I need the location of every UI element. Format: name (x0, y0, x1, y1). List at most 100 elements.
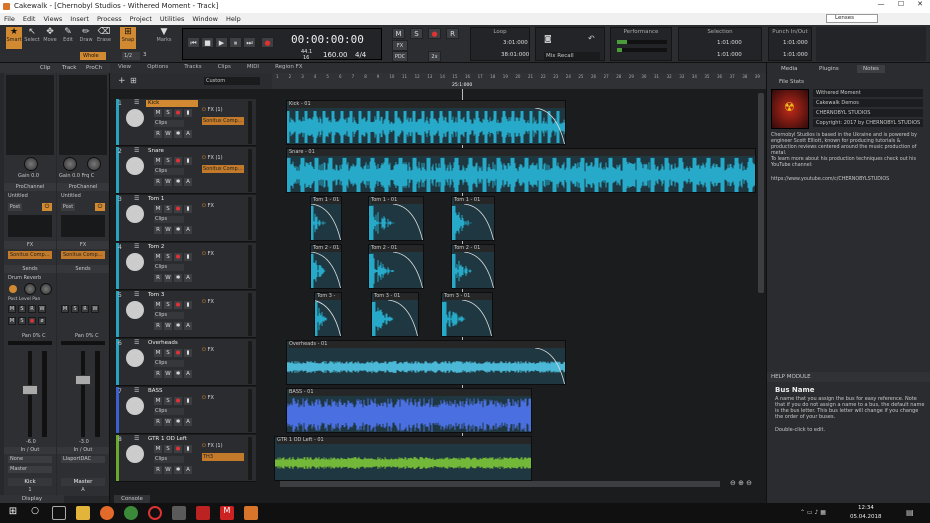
selection-end[interactable]: 1:01:000 (717, 52, 742, 58)
snare-drum-icon[interactable] (126, 157, 144, 175)
fade-out-curve[interactable] (311, 252, 341, 289)
track-header[interactable]: 5 ☰ Tom 3 M S ● ▮ Clips R W ✱ A ⏻ FX (116, 291, 256, 338)
track-fx-slot[interactable]: Sonitus Comp... (202, 165, 244, 173)
track-name[interactable]: Snare (146, 148, 198, 155)
track-mute[interactable]: M (154, 109, 162, 117)
track-solo[interactable]: S (164, 349, 172, 357)
bus-eq-thumbnail[interactable] (61, 215, 105, 237)
track-fx-slot[interactable]: TH3 (202, 453, 244, 461)
fx-power-icon[interactable]: ⏻ (202, 395, 206, 401)
file-stats-label[interactable]: File Stats (779, 79, 804, 85)
strip-solo[interactable]: S (18, 305, 26, 313)
track-clips-dropdown[interactable]: Clips (154, 264, 184, 271)
fade-out-curve[interactable] (311, 204, 341, 241)
minimize-button[interactable]: — (872, 0, 890, 8)
camera-icon[interactable]: ◙ (544, 34, 552, 43)
tab-plugins[interactable]: Plugins (819, 66, 839, 72)
tool-move[interactable]: ✥ Move (42, 27, 58, 49)
track-name[interactable]: GTR 1 OD Left (146, 436, 198, 443)
track-archive[interactable]: A (184, 274, 192, 282)
track-name[interactable]: BASS (146, 388, 198, 395)
audio-clip[interactable]: Tom 1 - 01 (451, 196, 495, 241)
audio-clip[interactable]: BASS - 01 (286, 388, 532, 433)
track-fx-bin[interactable]: ⏻ FX (202, 395, 244, 401)
folder-icon[interactable]: ☰ (134, 147, 139, 154)
track-write[interactable]: W (164, 226, 172, 234)
prochannel-header[interactable]: ProChannel (4, 183, 56, 191)
pan-slider[interactable] (8, 341, 52, 345)
track-write[interactable]: W (164, 466, 172, 474)
bus-strip-name[interactable]: Master (61, 478, 105, 486)
track-read[interactable]: R (154, 130, 162, 138)
insert-icon[interactable]: ⊞ (130, 76, 137, 85)
bass-guitar-icon[interactable] (126, 397, 144, 415)
track-strip-name[interactable]: Kick (8, 478, 52, 486)
folder-icon[interactable]: ☰ (134, 243, 139, 250)
tv-menu-clips[interactable]: Clips (210, 63, 239, 71)
track-solo[interactable]: S (164, 445, 172, 453)
track-solo[interactable]: S (164, 301, 172, 309)
track-arm[interactable]: ● (174, 397, 182, 405)
track-clips-dropdown[interactable]: Clips (154, 216, 184, 223)
punch-start[interactable]: 1:01:000 (783, 40, 808, 46)
pdc-button[interactable]: PDC (392, 51, 408, 62)
menu-insert[interactable]: Insert (66, 13, 93, 25)
track-solo[interactable]: S (164, 253, 172, 261)
clock-time[interactable]: 12:34 (858, 505, 874, 511)
track-solo[interactable]: S (164, 157, 172, 165)
bus-post-button[interactable]: Post (61, 203, 75, 211)
bus-fx-slot-sonitus[interactable]: Sonitus Comp... (61, 251, 105, 259)
menu-edit[interactable]: Edit (19, 13, 40, 25)
fade-out-curve[interactable] (314, 300, 341, 337)
audio-clip[interactable]: Kick - 01 (286, 100, 566, 145)
tool-select[interactable]: ↖ Select (24, 27, 40, 49)
track-fx-bin[interactable]: ⏻ FX (1) (202, 443, 244, 449)
menu-views[interactable]: Views (39, 13, 66, 25)
strip-record[interactable]: ● (28, 317, 36, 325)
task-view-icon[interactable] (52, 506, 66, 520)
track-archive[interactable]: A (184, 322, 192, 330)
snap-button[interactable]: ⊞ Snap (120, 27, 136, 49)
fade-out-curve[interactable] (464, 252, 494, 289)
tool-draw[interactable]: ✏ Draw (78, 27, 94, 49)
send-level-knob[interactable] (24, 283, 36, 295)
file-explorer-icon[interactable] (76, 506, 90, 520)
tool-icon[interactable] (172, 506, 186, 520)
tv-menu-options[interactable]: Options (139, 63, 176, 71)
notes-body[interactable]: Chernobyl Studios is based in the Ukrain… (771, 133, 925, 157)
mode-2x-button[interactable]: 2x (428, 51, 441, 62)
track-preset-dropdown[interactable]: Custom (204, 77, 260, 85)
chrome-icon[interactable] (124, 506, 138, 520)
play-button[interactable]: ▶ (215, 37, 228, 48)
firefox-icon[interactable] (100, 506, 114, 520)
bus-sends-header[interactable]: Sends (57, 265, 109, 273)
menu-project[interactable]: Project (126, 13, 156, 25)
search-icon[interactable]: ○ (28, 506, 42, 520)
track-write[interactable]: W (164, 274, 172, 282)
notification-icon[interactable]: ▤ (906, 508, 914, 517)
track-write[interactable]: W (164, 178, 172, 186)
loop-end[interactable]: 38:01:000 (501, 52, 529, 58)
track-write[interactable]: W (164, 130, 172, 138)
guitar-icon[interactable] (126, 445, 144, 463)
track-solo[interactable]: S (164, 109, 172, 117)
snap-count[interactable]: 3 (143, 52, 147, 58)
maximize-button[interactable]: ☐ (892, 0, 910, 8)
notes-body-2[interactable]: To learn more about his production techn… (771, 157, 925, 169)
track-read[interactable]: R (154, 178, 162, 186)
bus-prochannel-header[interactable]: ProChannel (57, 183, 109, 191)
track-clips-dropdown[interactable]: Clips (154, 408, 184, 415)
track-name[interactable]: Tom 3 (146, 292, 198, 299)
bus-freq-knob[interactable] (87, 157, 101, 171)
gain-knob[interactable] (24, 157, 38, 171)
track-read[interactable]: R (154, 322, 162, 330)
track-fx-bin[interactable]: ⏻ FX (202, 251, 244, 257)
timeline-ruler[interactable]: 1 2 3 4 5 6 7 8 9 10 11 12 13 14 15 16 17 18 19 20 21 22 23 24 2… (272, 73, 766, 89)
track-archive[interactable]: A (184, 178, 192, 186)
track-read[interactable]: R (154, 466, 162, 474)
track-arm[interactable]: ● (174, 109, 182, 117)
input-select[interactable]: None (8, 456, 52, 463)
whole-dropdown[interactable]: Whole (80, 52, 106, 60)
track-clips-dropdown[interactable]: Clips (154, 168, 184, 175)
menu-utilities[interactable]: Utilities (156, 13, 188, 25)
